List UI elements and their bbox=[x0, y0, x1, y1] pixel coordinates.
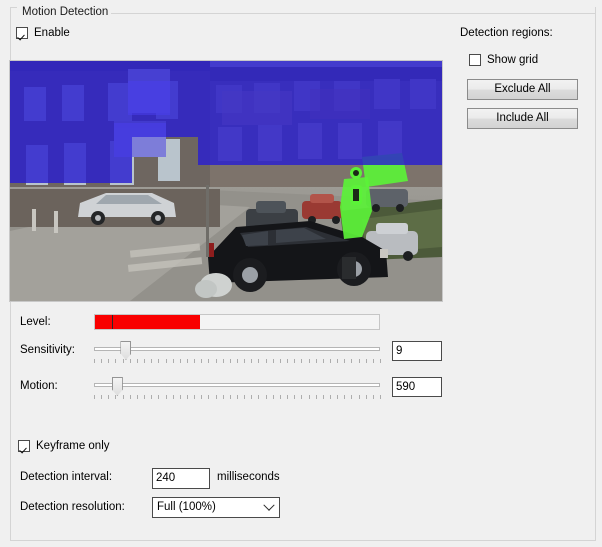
show-grid-checkbox[interactable] bbox=[469, 54, 481, 66]
detection-regions-label: Detection regions: bbox=[460, 27, 553, 39]
groupbox-legend: Motion Detection bbox=[19, 6, 112, 18]
detection-interval-input[interactable]: 240 bbox=[152, 468, 210, 489]
detection-interval-label: Detection interval: bbox=[20, 471, 113, 483]
enable-checkbox-label: Enable bbox=[34, 27, 70, 39]
detection-resolution-value: Full (100%) bbox=[157, 501, 216, 513]
enable-checkbox[interactable] bbox=[16, 27, 28, 39]
sensitivity-value-input[interactable]: 9 bbox=[392, 341, 442, 361]
sensitivity-slider[interactable] bbox=[94, 340, 381, 368]
keyframe-only-label: Keyframe only bbox=[36, 440, 110, 452]
motion-detection-video-preview[interactable] bbox=[9, 60, 443, 302]
level-threshold-marker bbox=[112, 315, 114, 329]
level-label: Level: bbox=[20, 316, 51, 328]
video-frame bbox=[10, 61, 442, 301]
sensitivity-slider-ticks bbox=[94, 359, 381, 364]
motion-label: Motion: bbox=[20, 380, 58, 392]
level-progress-bar bbox=[94, 314, 380, 330]
motion-value-input[interactable]: 590 bbox=[392, 377, 442, 397]
enable-checkbox-row[interactable]: Enable bbox=[16, 27, 70, 39]
detection-resolution-select[interactable]: Full (100%) bbox=[152, 497, 280, 518]
groupbox-border-left bbox=[10, 7, 17, 8]
motion-slider-ticks bbox=[94, 395, 381, 400]
excluded-region-mask bbox=[10, 61, 442, 183]
sensitivity-label: Sensitivity: bbox=[20, 344, 75, 356]
motion-slider-track[interactable] bbox=[94, 383, 380, 387]
exclude-all-button[interactable]: Exclude All bbox=[467, 79, 578, 100]
groupbox-border-right bbox=[108, 13, 596, 14]
detection-interval-unit: milliseconds bbox=[217, 471, 280, 483]
include-all-button[interactable]: Include All bbox=[467, 108, 578, 129]
chevron-down-icon[interactable] bbox=[263, 498, 275, 517]
show-grid-checkbox-row[interactable]: Show grid bbox=[469, 54, 538, 66]
detection-resolution-label: Detection resolution: bbox=[20, 501, 125, 513]
sensitivity-slider-track[interactable] bbox=[94, 347, 380, 351]
level-bar-fill bbox=[95, 315, 201, 329]
sensitivity-slider-thumb[interactable] bbox=[120, 341, 132, 360]
keyframe-only-checkbox[interactable] bbox=[18, 440, 30, 452]
motion-slider-thumb[interactable] bbox=[111, 377, 123, 396]
keyframe-only-checkbox-row[interactable]: Keyframe only bbox=[18, 440, 110, 452]
motion-slider[interactable] bbox=[94, 376, 381, 404]
show-grid-label: Show grid bbox=[487, 54, 539, 66]
